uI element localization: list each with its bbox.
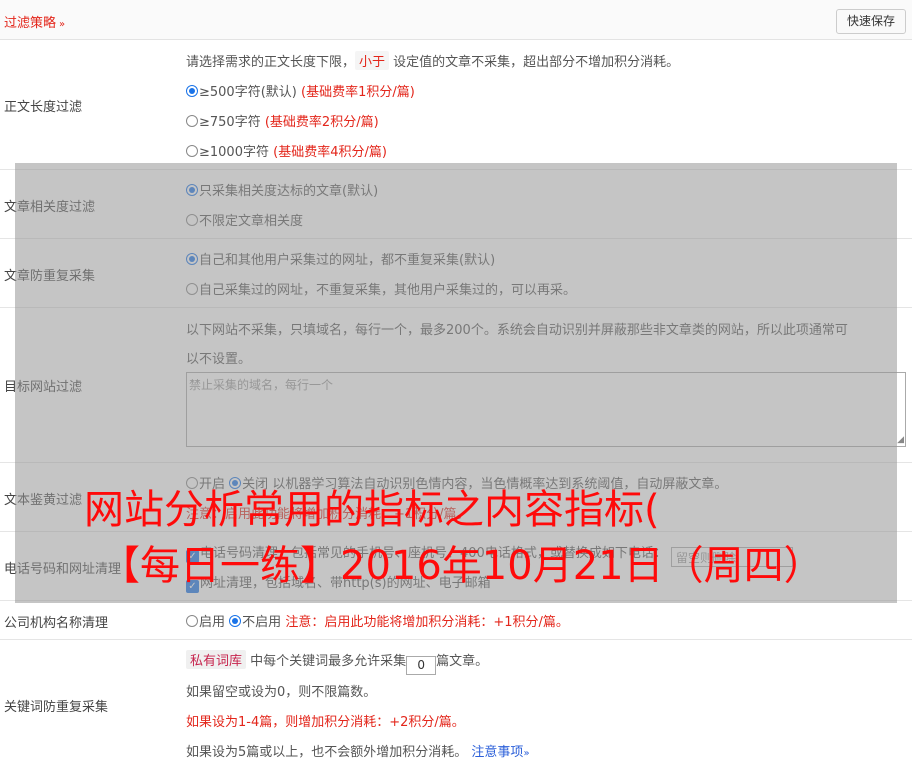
company-clean-row: 公司机构名称清理 启用 不启用 注意：启用此功能将增加积分消耗：+1积分/篇。 [0, 601, 912, 640]
option-label: 自己采集过的网址，不重复采集，其他用户采集过的，可以再采。 [199, 283, 577, 298]
radio-icon[interactable] [186, 145, 198, 157]
private-lexicon-tag: 私有词库 [186, 650, 247, 669]
option-rate-note: (基础费率4积分/篇) [273, 145, 387, 160]
relevance-option-none[interactable]: 不限定文章相关度 [186, 210, 303, 229]
company-option-off[interactable]: 不启用 [229, 615, 281, 630]
notes-link-text: 注意事项 [471, 745, 524, 760]
radio-icon[interactable] [186, 477, 198, 489]
section-title[interactable]: 过滤策略» [4, 12, 65, 31]
option-label: 不启用 [242, 615, 282, 630]
keyword-dedupe-row: 关键词防重复采集 私有词库 中每个关键词最多允许采集 0 篇文章。 如果留空或设为0… [0, 640, 912, 768]
porn-option-off[interactable]: 关闭 [229, 477, 268, 492]
chevron-down-icon: » [523, 748, 530, 759]
company-clean-label: 公司机构名称清理 [4, 616, 109, 631]
blocked-domains-textarea[interactable]: 禁止采集的域名，每行一个 ◢ [186, 372, 906, 447]
porn-filter-label: 文本鉴黄过滤 [4, 493, 83, 508]
keyword-dedupe-line-4: 如果设为5篇或以上，也不会额外增加积分消耗。 注意事项» [186, 741, 530, 760]
contact-clean-row: 电话号码和网址清理 ✓ 电话号码清理，包括常见的手机号、座机号、400电话格式，或… [0, 532, 912, 601]
line-text: 中每个关键词最多允许采集 [250, 654, 407, 669]
option-rate-note: (基础费率2积分/篇) [264, 115, 379, 130]
less-than-tag: 小于 [355, 51, 390, 70]
phone-clean-option[interactable]: ✓ 电话号码清理，包括常见的手机号、座机号、400电话格式，或替换成如下电话： 留… [186, 542, 793, 567]
chevron-down-icon: » [59, 19, 66, 30]
section-title-text: 过滤策略 [4, 16, 57, 31]
length-filter-label: 正文长度过滤 [4, 100, 83, 115]
radio-selected-icon[interactable] [186, 253, 198, 265]
option-label: ≥1000字符 [199, 145, 269, 160]
option-label: 关闭 [242, 477, 269, 492]
company-clean-note: 注意：启用此功能将增加积分消耗：+1积分/篇。 [285, 615, 569, 630]
desc-text: 请选择需求的正文长度下限， [186, 55, 356, 70]
site-filter-desc-1: 以下网站不采集，只填域名，每行一个，最多200个。系统会自动识别并屏蔽那些非文章… [186, 323, 848, 338]
checkbox-checked-icon[interactable]: ✓ [186, 550, 199, 563]
relevance-option-strict[interactable]: 只采集相关度达标的文章(默认) [186, 180, 378, 199]
dedupe-option-self[interactable]: 自己采集过的网址，不重复采集，其他用户采集过的，可以再采。 [186, 279, 576, 298]
url-clean-option[interactable]: ✓ 网址清理，包括域名、带http(s)的网址、电子邮箱 [186, 572, 491, 593]
filter-strategy-header: 过滤策略» 快速保存 [0, 0, 912, 40]
option-label: 只采集相关度达标的文章(默认) [199, 184, 379, 199]
keyword-dedupe-label: 关键词防重复采集 [4, 700, 109, 715]
desc-text-tail: 设定值的文章不采集，超出部分不增加积分消耗。 [393, 55, 680, 70]
line-text: 如果设为5篇或以上，也不会额外增加积分消耗。 [186, 745, 468, 760]
radio-selected-icon[interactable] [229, 477, 242, 489]
site-filter-desc-2: 以不设置。 [186, 352, 252, 367]
radio-icon[interactable] [186, 214, 198, 226]
max-articles-input[interactable]: 0 [406, 656, 437, 675]
keyword-dedupe-line-2: 如果留空或设为0，则不限篇数。 [186, 685, 377, 700]
option-label: ≥500字符(默认) [199, 85, 297, 100]
option-label: 网址清理，包括域名、带http(s)的网址、电子邮箱 [200, 576, 491, 591]
radio-icon[interactable] [186, 615, 198, 627]
porn-filter-row: 文本鉴黄过滤 开启 关闭 以机器学习算法自动识别色情内容，当色情概率达到系统阈值… [0, 463, 912, 532]
radio-icon[interactable] [186, 115, 198, 127]
company-clean-options: 启用 不启用 注意：启用此功能将增加积分消耗：+1积分/篇。 [186, 611, 569, 630]
length-option-750[interactable]: ≥750字符 (基础费率2积分/篇) [186, 111, 379, 130]
length-option-1000[interactable]: ≥1000字符 (基础费率4积分/篇) [186, 141, 387, 160]
radio-selected-icon[interactable] [229, 615, 242, 627]
porn-filter-note: 注意：启用此功能将增加积分消耗：+1积分/篇。 [186, 507, 470, 522]
quick-save-button[interactable]: 快速保存 [836, 9, 906, 34]
relevance-row: 文章相关度过滤 只采集相关度达标的文章(默认) 不限定文章相关度 [0, 170, 912, 239]
site-filter-label: 目标网站过滤 [4, 380, 83, 395]
porn-filter-options: 开启 关闭 以机器学习算法自动识别色情内容，当色情概率达到系统阈值，自动屏蔽文章… [186, 473, 727, 492]
radio-selected-icon[interactable] [186, 85, 198, 97]
porn-option-on[interactable]: 开启 [186, 477, 225, 492]
company-option-on[interactable]: 启用 [186, 615, 225, 630]
option-label: 不限定文章相关度 [199, 214, 304, 229]
length-option-500[interactable]: ≥500字符(默认) (基础费率1积分/篇) [186, 81, 415, 100]
contact-clean-label: 电话号码和网址清理 [4, 562, 122, 577]
option-label: 启用 [199, 615, 226, 630]
notes-link[interactable]: 注意事项» [471, 745, 529, 760]
radio-selected-icon[interactable] [186, 184, 198, 196]
keyword-dedupe-line-1: 私有词库 中每个关键词最多允许采集 0 篇文章。 [186, 650, 488, 675]
option-label: 自己和其他用户采集过的网址，都不重复采集(默认) [199, 253, 496, 268]
resize-grip-icon[interactable]: ◢ [897, 436, 904, 445]
dedupe-row: 文章防重复采集 自己和其他用户采集过的网址，都不重复采集(默认) 自己采集过的网… [0, 239, 912, 308]
length-filter-row: 正文长度过滤 请选择需求的正文长度下限， 小于 设定值的文章不采集，超出部分不增加… [0, 40, 912, 170]
option-label: ≥750字符 [199, 115, 261, 130]
porn-filter-desc: 以机器学习算法自动识别色情内容，当色情概率达到系统阈值，自动屏蔽文章。 [272, 477, 728, 492]
option-label: 电话号码清理，包括常见的手机号、座机号、400电话格式，或替换成如下电话： [200, 546, 667, 561]
length-filter-desc: 请选择需求的正文长度下限， 小于 设定值的文章不采集，超出部分不增加积分消耗。 [186, 51, 679, 70]
replacement-phone-input[interactable]: 留空则删除 [670, 547, 793, 567]
keyword-dedupe-line-3: 如果设为1-4篇，则增加积分消耗：+2积分/篇。 [186, 715, 465, 730]
dedupe-label: 文章防重复采集 [4, 269, 96, 284]
dedupe-option-all[interactable]: 自己和其他用户采集过的网址，都不重复采集(默认) [186, 249, 495, 268]
checkbox-checked-icon[interactable]: ✓ [186, 580, 199, 593]
radio-icon[interactable] [186, 283, 198, 295]
relevance-label: 文章相关度过滤 [4, 200, 96, 215]
option-rate-note: (基础费率1积分/篇) [301, 85, 415, 100]
textarea-placeholder: 禁止采集的域名，每行一个 [189, 378, 334, 392]
line-text-tail: 篇文章。 [436, 654, 489, 669]
option-label: 开启 [199, 477, 226, 492]
